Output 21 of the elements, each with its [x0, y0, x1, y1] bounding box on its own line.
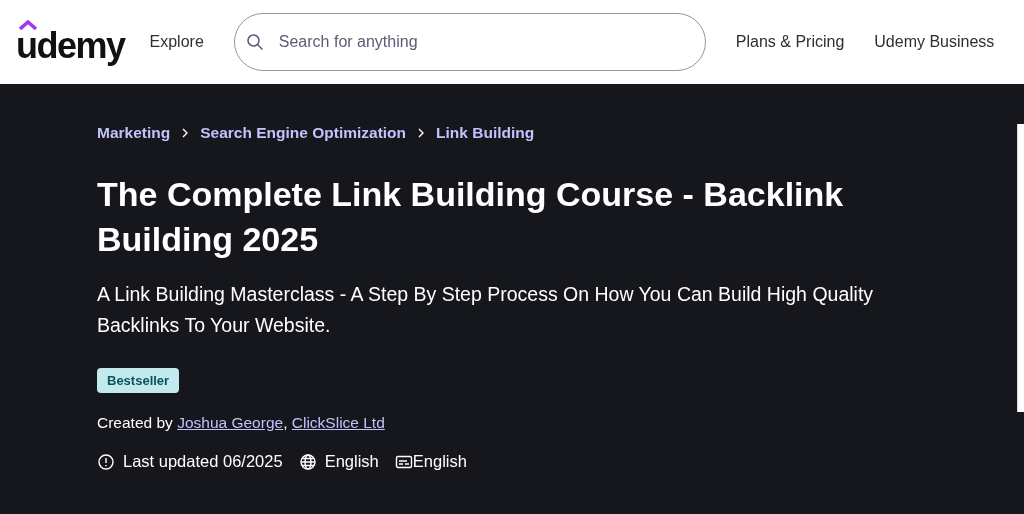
- last-updated-text: Last updated 06/2025: [123, 452, 283, 471]
- created-by-label: Created by: [97, 414, 174, 432]
- search-field[interactable]: Search for anything: [233, 13, 706, 71]
- author-link[interactable]: ClickSlice Ltd: [291, 414, 385, 432]
- breadcrumb-link[interactable]: Search Engine Optimization: [200, 124, 407, 142]
- breadcrumb-link[interactable]: Marketing: [97, 124, 171, 142]
- alert-badge-icon: [97, 452, 115, 471]
- nav-link[interactable]: Udemy Business: [874, 33, 995, 51]
- globe-icon: [298, 452, 317, 471]
- breadcrumb-link[interactable]: Link Building: [436, 124, 535, 142]
- author-link[interactable]: Joshua George: [177, 414, 284, 432]
- nav-link[interactable]: Plans & Pricing: [735, 33, 845, 51]
- bestseller-badge: Bestseller: [97, 368, 180, 393]
- course-subtitle: A Link Building Masterclass - A Step By Step Process On How You Can Build High Quality Backlinks To Your Website.: [97, 282, 875, 338]
- udemy-logo[interactable]: udemy: [16, 20, 125, 64]
- explore-link[interactable]: Explore: [149, 33, 204, 51]
- course-title: The Complete Link Building Course - Backlink Building 2025: [97, 174, 845, 260]
- captions-text: English: [412, 452, 467, 471]
- author-separator: ,: [283, 414, 289, 432]
- language-text: English: [324, 452, 379, 471]
- search-icon: [245, 33, 264, 51]
